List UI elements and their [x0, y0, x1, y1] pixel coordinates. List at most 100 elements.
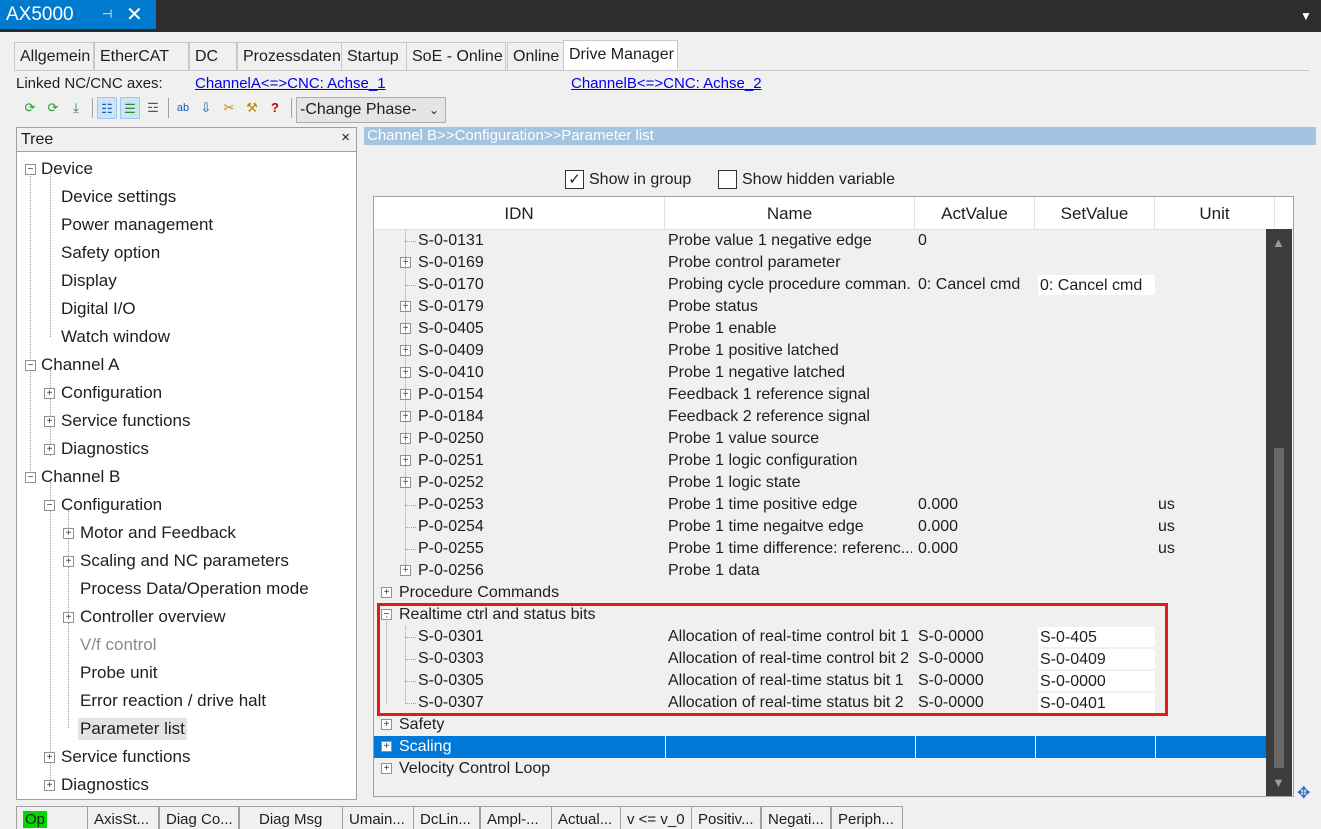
tree-item-scaling-nc-parameters[interactable]: Scaling and NC parameters — [80, 550, 289, 572]
tab-dc[interactable]: DC — [189, 42, 237, 71]
collapse-toggle[interactable]: − — [25, 360, 36, 371]
table-row[interactable]: P-0-0253 Probe 1 time positive edge 0.000 u… — [374, 494, 1267, 516]
collapse-toggle[interactable]: − — [25, 472, 36, 483]
tree-item-probe-unit[interactable]: Probe unit — [80, 662, 158, 684]
expand-toggle[interactable]: + — [381, 587, 392, 598]
tree-item-vf-control[interactable]: V/f control — [80, 634, 157, 656]
tree-item-device[interactable]: Device — [41, 158, 93, 180]
abc-icon[interactable]: ab — [173, 97, 193, 119]
table-row[interactable]: + P-0-0252 Probe 1 logic state — [374, 472, 1267, 494]
expand-toggle[interactable]: + — [63, 528, 74, 539]
table-row[interactable]: + P-0-0184 Feedback 2 reference signal — [374, 406, 1267, 428]
tree-item-channel-a-diagnostics[interactable]: Diagnostics — [61, 438, 149, 460]
table-row[interactable]: + S-0-0409 Probe 1 positive latched — [374, 340, 1267, 362]
tree-item-channel-a-service-functions[interactable]: Service functions — [61, 410, 190, 432]
pin-icon[interactable]: ⊣ — [102, 5, 116, 23]
download-icon[interactable]: ⤓ — [66, 97, 86, 119]
sort-down-icon[interactable]: ⇩ — [196, 97, 216, 119]
refresh-green-icon[interactable]: ⟳ — [20, 97, 40, 119]
vertical-scrollbar[interactable]: ▲ ▼ — [1266, 229, 1292, 796]
table-row[interactable]: S-0-0131 Probe value 1 negative edge 0 — [374, 230, 1267, 252]
group-row-scaling[interactable]: + Scaling — [374, 736, 1267, 758]
tree-item-motor-and-feedback[interactable]: Motor and Feedback — [80, 522, 236, 544]
tree-item-process-data[interactable]: Process Data/Operation mode — [80, 578, 309, 600]
close-icon[interactable]: × — [341, 129, 350, 146]
document-tab-ax5000[interactable]: AX5000 ⊣ ✕ — [0, 0, 156, 29]
tree-item-parameter-list[interactable]: Parameter list — [78, 718, 187, 740]
expand-toggle[interactable]: + — [44, 780, 55, 791]
tree-item-digital-io[interactable]: Digital I/O — [61, 298, 136, 320]
tree-item-channel-a[interactable]: Channel A — [41, 354, 119, 376]
grid-cell-setvalue[interactable]: 0: Cancel cmd — [1038, 275, 1155, 295]
move-icon[interactable]: ✥ — [1297, 783, 1310, 803]
expand-toggle[interactable]: + — [44, 444, 55, 455]
column-header-setvalue[interactable]: SetValue — [1035, 197, 1155, 230]
tab-soe-online[interactable]: SoE - Online — [406, 42, 506, 71]
tree-item-display[interactable]: Display — [61, 270, 117, 292]
expand-toggle[interactable]: + — [63, 612, 74, 623]
collapse-toggle[interactable]: − — [44, 500, 55, 511]
table-row[interactable]: P-0-0255 Probe 1 time difference: referen… — [374, 538, 1267, 560]
tab-allgemein[interactable]: Allgemein — [14, 42, 94, 71]
table-row[interactable]: + S-0-0410 Probe 1 negative latched — [374, 362, 1267, 384]
group-row-safety[interactable]: + Safety — [374, 714, 1267, 736]
table-row[interactable]: + P-0-0256 Probe 1 data — [374, 560, 1267, 582]
tree-item-controller-overview[interactable]: Controller overview — [80, 606, 226, 628]
expand-toggle[interactable]: + — [381, 763, 392, 774]
show-in-group-checkbox[interactable]: ✓ — [565, 170, 584, 189]
expand-toggle[interactable]: + — [381, 741, 392, 752]
scroll-down-icon[interactable]: ▼ — [1272, 775, 1285, 790]
collapse-toggle[interactable]: − — [25, 164, 36, 175]
table-row[interactable]: + P-0-0154 Feedback 1 reference signal — [374, 384, 1267, 406]
tab-online[interactable]: Online — [507, 42, 564, 71]
scrollbar-thumb[interactable] — [1274, 448, 1284, 768]
tab-prozessdaten[interactable]: Prozessdaten — [237, 42, 355, 71]
refresh-all-icon[interactable]: ⟳ — [43, 97, 63, 119]
column-header-name[interactable]: Name — [665, 197, 915, 230]
wrench-icon[interactable]: ⚒ — [242, 97, 262, 119]
tree-item-error-reaction[interactable]: Error reaction / drive halt — [80, 690, 266, 712]
tree-item-safety-option[interactable]: Safety option — [61, 242, 160, 264]
group-row-procedure-commands[interactable]: + Procedure Commands — [374, 582, 1267, 604]
expand-toggle[interactable]: + — [63, 556, 74, 567]
grid-cell-actvalue — [918, 560, 1034, 582]
table-row[interactable]: P-0-0254 Probe 1 time negaitve edge 0.000 u… — [374, 516, 1267, 538]
table-row[interactable]: + S-0-0405 Probe 1 enable — [374, 318, 1267, 340]
column-header-unit[interactable]: Unit — [1155, 197, 1275, 230]
scroll-up-icon[interactable]: ▲ — [1272, 235, 1285, 250]
expand-toggle[interactable]: + — [44, 388, 55, 399]
grid-cell-unit — [1158, 472, 1258, 494]
group-row-velocity-control-loop[interactable]: + Velocity Control Loop — [374, 758, 1267, 780]
table-row[interactable]: + S-0-0179 Probe status — [374, 296, 1267, 318]
help-icon[interactable]: ? — [265, 97, 285, 119]
list-view-icon[interactable]: ☰ — [120, 97, 140, 119]
change-phase-dropdown[interactable]: -Change Phase- ⌄ — [296, 97, 446, 123]
tree-item-channel-b-configuration[interactable]: Configuration — [61, 494, 162, 516]
table-row[interactable]: S-0-0170 Probing cycle procedure comman..… — [374, 274, 1267, 296]
channel-a-link[interactable]: ChannelA<=>CNC: Achse_1 — [195, 75, 386, 92]
tool-icon[interactable]: ✂ — [219, 97, 239, 119]
tree-item-channel-b[interactable]: Channel B — [41, 466, 120, 488]
compare-icon[interactable]: ☲ — [143, 97, 163, 119]
table-row[interactable]: + P-0-0250 Probe 1 value source — [374, 428, 1267, 450]
channel-b-link[interactable]: ChannelB<=>CNC: Achse_2 — [571, 75, 762, 92]
tab-drive-manager[interactable]: Drive Manager — [563, 40, 678, 71]
expand-toggle[interactable]: + — [381, 719, 392, 730]
close-icon[interactable]: ✕ — [126, 5, 146, 25]
column-header-actvalue[interactable]: ActValue — [915, 197, 1035, 230]
column-header-idn[interactable]: IDN — [374, 197, 665, 230]
chevron-down-icon[interactable]: ▼ — [1296, 6, 1316, 26]
show-hidden-checkbox[interactable] — [718, 170, 737, 189]
tree-item-watch-window[interactable]: Watch window — [61, 326, 170, 348]
table-row[interactable]: + S-0-0169 Probe control parameter — [374, 252, 1267, 274]
tree-item-channel-a-configuration[interactable]: Configuration — [61, 382, 162, 404]
tree-item-device-settings[interactable]: Device settings — [61, 186, 176, 208]
table-row[interactable]: + P-0-0251 Probe 1 logic configuration — [374, 450, 1267, 472]
tree-item-power-management[interactable]: Power management — [61, 214, 213, 236]
tree-item-channel-b-diagnostics[interactable]: Diagnostics — [61, 774, 149, 796]
tab-ethercat[interactable]: EtherCAT — [94, 42, 189, 71]
tree-view-icon[interactable]: ☷ — [97, 97, 117, 119]
expand-toggle[interactable]: + — [44, 416, 55, 427]
tree-item-channel-b-service-functions[interactable]: Service functions — [61, 746, 190, 768]
expand-toggle[interactable]: + — [44, 752, 55, 763]
